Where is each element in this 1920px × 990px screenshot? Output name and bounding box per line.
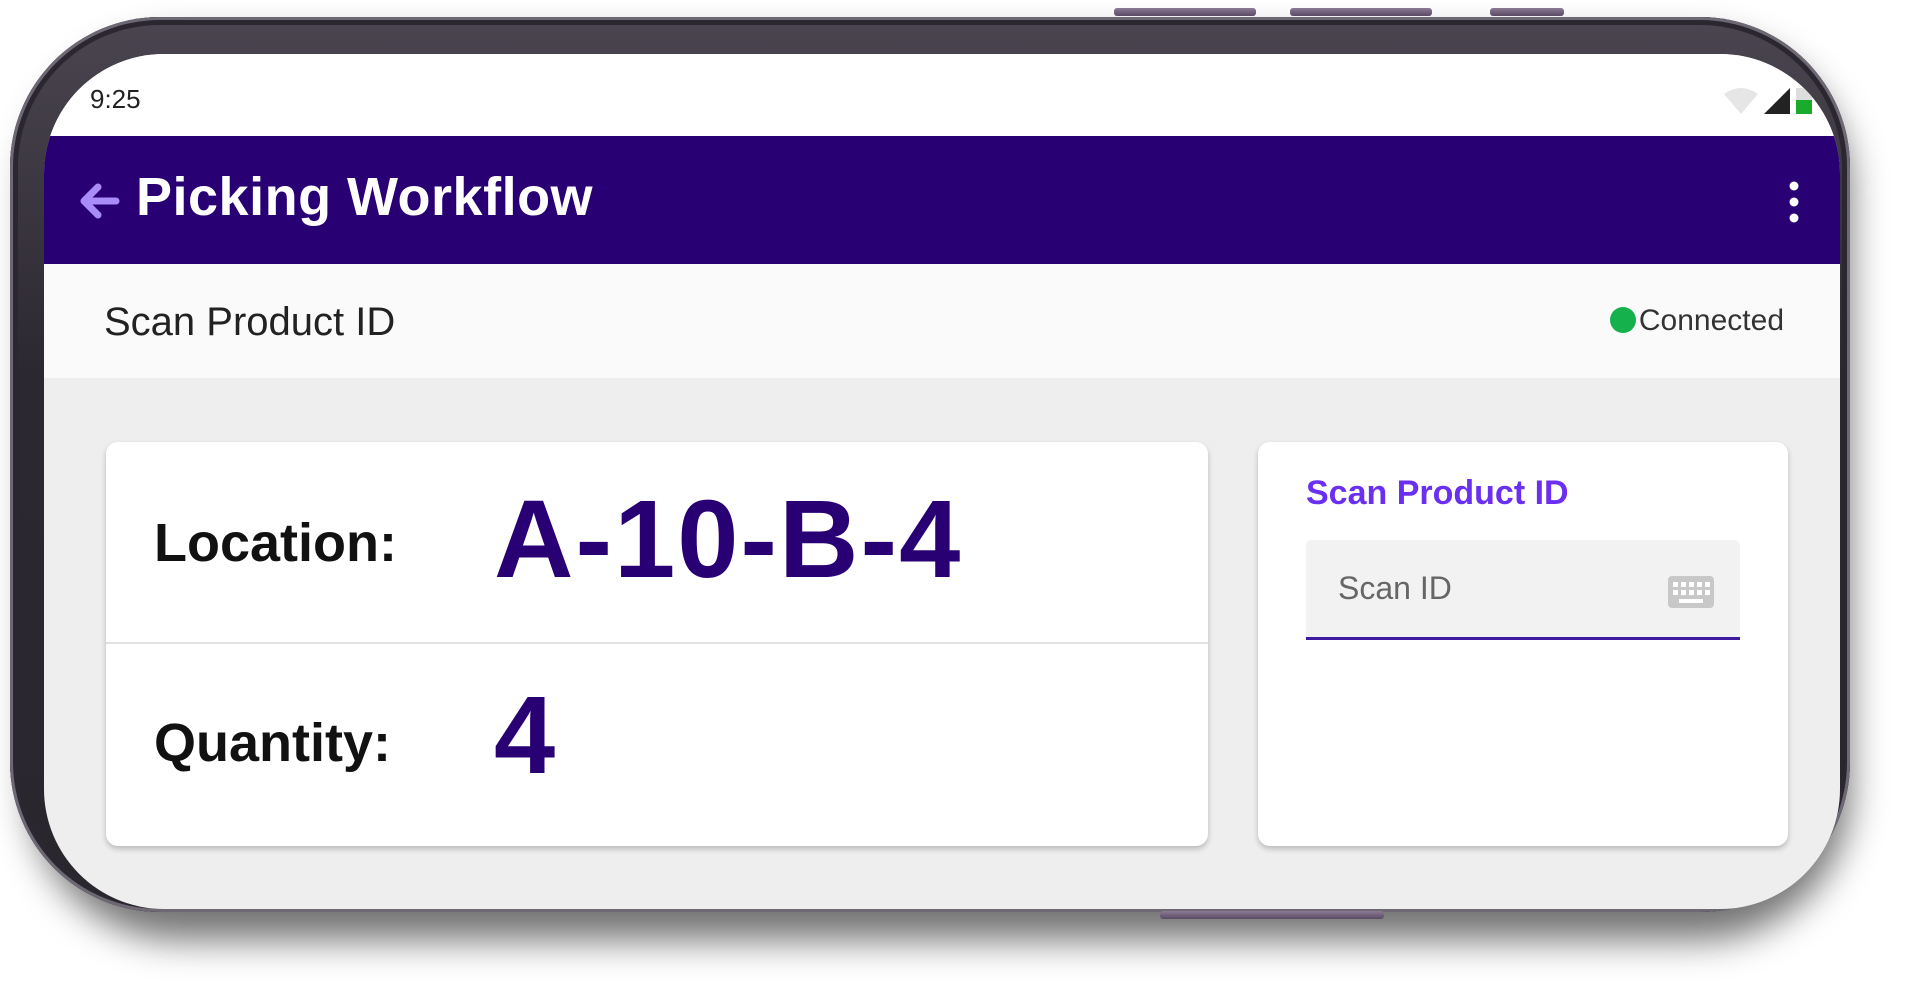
location-label: Location: — [154, 513, 397, 573]
quantity-row: Quantity: 4 — [106, 644, 1208, 844]
quantity-label: Quantity: — [154, 713, 391, 773]
location-value: A-10-B-4 — [494, 478, 963, 601]
cell-signal-icon — [1764, 88, 1790, 114]
status-time: 9:25 — [90, 84, 141, 114]
volume-button — [1114, 8, 1256, 16]
device-frame: 9:25 Picking Workflow Scan Product ID Co… — [10, 8, 1850, 919]
wifi-icon — [1724, 88, 1758, 114]
sub-header: Scan Product ID Connected — [44, 264, 1840, 378]
scan-field — [1306, 540, 1740, 640]
power-button — [1490, 8, 1564, 16]
connection-status-dot — [1610, 307, 1636, 333]
keyboard-icon[interactable] — [1668, 576, 1714, 608]
app-bar: Picking Workflow — [44, 136, 1840, 264]
battery-icon — [1796, 88, 1812, 114]
pick-details-card: Location: A-10-B-4 Quantity: 4 — [106, 442, 1208, 846]
page-title: Scan Product ID — [104, 300, 396, 344]
more-vert-icon[interactable] — [1784, 180, 1804, 224]
bottom-button — [1160, 911, 1384, 919]
quantity-value: 4 — [494, 674, 558, 797]
volume-button — [1290, 8, 1432, 16]
app-title: Picking Workflow — [136, 167, 594, 227]
screen: 9:25 Picking Workflow Scan Product ID Co… — [44, 54, 1840, 909]
scan-field-label: Scan Product ID — [1306, 474, 1569, 512]
status-icons — [1724, 86, 1812, 114]
connection-status-text: Connected — [1638, 304, 1784, 337]
status-bar: 9:25 — [44, 54, 1840, 136]
location-row: Location: A-10-B-4 — [106, 442, 1208, 644]
scan-card: Scan Product ID — [1258, 442, 1788, 846]
back-arrow-icon[interactable] — [74, 176, 124, 226]
